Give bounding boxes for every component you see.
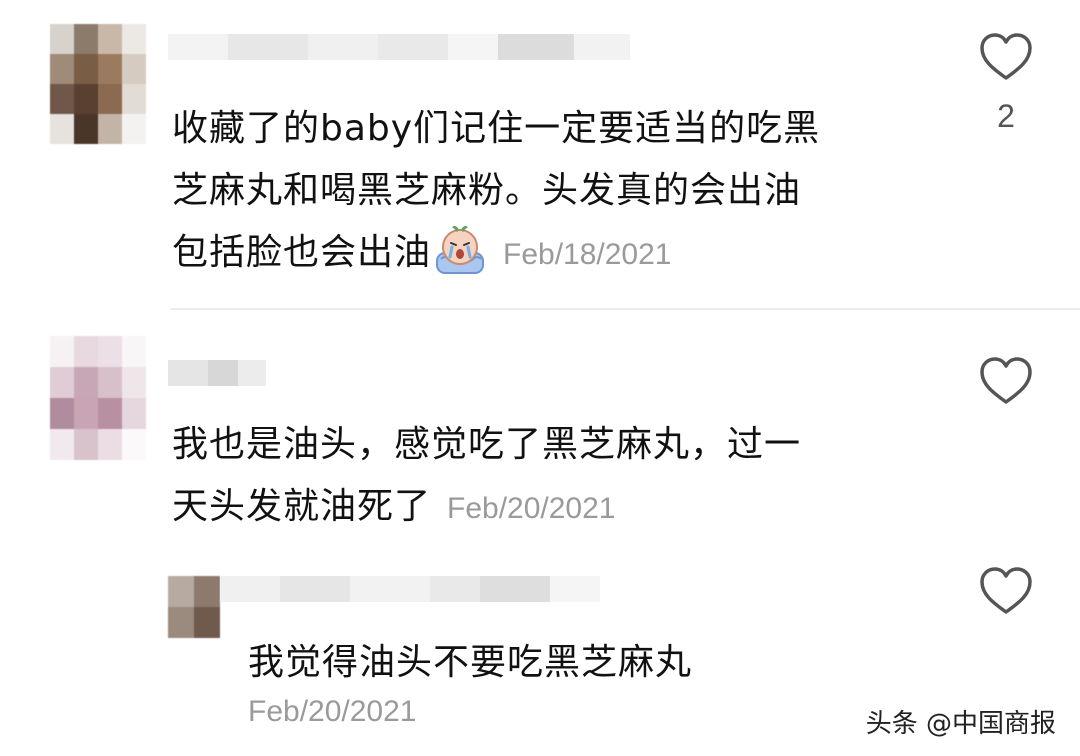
comment-text: 我也是油头，感觉吃了黑芝麻丸，过一 天头发就油死了 Feb/20/2021 [172,414,912,540]
comment-line: 天头发就油死了 [172,486,432,527]
username-blurred[interactable] [168,360,266,386]
heart-outline-icon [980,357,1032,404]
like-button[interactable] [978,354,1034,410]
crying-face-emoji-icon [433,223,487,277]
heart-outline-icon [980,33,1032,80]
username-blurred[interactable] [220,576,600,602]
comment-date: Feb/20/2021 [248,695,417,728]
avatar[interactable] [50,336,146,460]
like-button[interactable] [978,564,1034,620]
comment-date: Feb/18/2021 [503,238,672,271]
avatar[interactable] [168,576,220,638]
comment-text: 收藏了的baby们记住一定要适当的吃黑 芝麻丸和喝黑芝麻粉。头发真的会出油 包括… [172,98,912,286]
like-count: 2 [997,98,1015,134]
avatar[interactable] [50,24,146,144]
comment-line: 收藏了的baby们记住一定要适当的吃黑 [172,108,821,149]
comment-line: 我也是油头，感觉吃了黑芝麻丸，过一 [172,424,802,465]
comment-line: 芝麻丸和喝黑芝麻粉。头发真的会出油 [172,170,802,211]
comment-line: 我觉得油头不要吃黑芝麻丸 [248,642,693,683]
divider [170,308,1080,310]
watermark: 头条 @中国商报 [865,709,1056,739]
comment-text: 我觉得油头不要吃黑芝麻丸 [248,632,848,694]
heart-outline-icon [980,567,1032,614]
like-button[interactable] [978,30,1034,86]
username-blurred[interactable] [168,34,630,60]
comment-line: 包括脸也会出油 [172,232,432,273]
comment-date: Feb/20/2021 [447,492,616,525]
